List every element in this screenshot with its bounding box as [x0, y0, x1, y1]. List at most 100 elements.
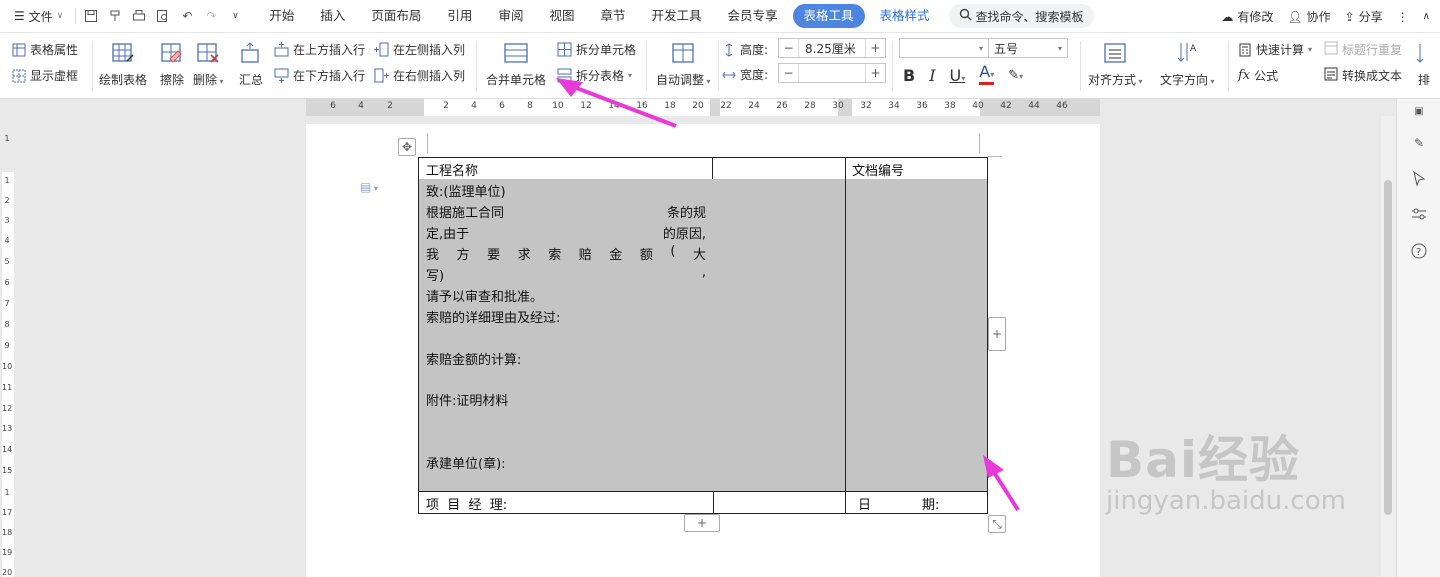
add-row-icon[interactable]: +: [684, 514, 720, 532]
row-height-value[interactable]: 8.25厘米: [799, 40, 865, 57]
customize-icon[interactable]: ∨: [224, 5, 246, 27]
font-size-select[interactable]: 五号 ▾: [988, 38, 1068, 58]
tab-section[interactable]: 章节: [589, 4, 636, 28]
split-cells-button[interactable]: 拆分单元格: [557, 41, 636, 58]
tab-view[interactable]: 视图: [538, 4, 585, 28]
merge-cells-button[interactable]: 合并单元格: [486, 39, 546, 88]
tab-developer[interactable]: 开发工具: [640, 4, 712, 28]
convert-to-text-button[interactable]: 转换成文本: [1324, 67, 1402, 84]
highlight-icon[interactable]: ✎▾: [1008, 68, 1023, 83]
print-preview-icon[interactable]: [152, 5, 174, 27]
vertical-ruler-tick: 1: [4, 134, 10, 143]
tab-table-tools[interactable]: 表格工具: [792, 4, 865, 28]
increase-icon[interactable]: +: [865, 39, 885, 57]
cell-claim-right[interactable]: [845, 179, 988, 492]
underline-icon[interactable]: U▾: [950, 66, 966, 85]
help-icon[interactable]: ?: [1409, 241, 1429, 261]
insert-col-left-button[interactable]: 在左侧插入列: [374, 41, 465, 58]
sidebar-toggle-icon[interactable]: ▣: [1409, 101, 1429, 121]
print-icon[interactable]: [128, 5, 150, 27]
undo-icon[interactable]: ↶: [176, 5, 198, 27]
paragraph-option-icon[interactable]: ▤ ▾: [360, 180, 378, 194]
tab-member[interactable]: 会员专享: [717, 4, 789, 28]
delete-dropdown[interactable]: 删除 ▾: [193, 39, 224, 88]
reason-line-start: 定,由于: [426, 227, 470, 242]
split-table-dropdown[interactable]: 拆分表格 ▾: [557, 67, 632, 84]
summary-button[interactable]: 汇总: [237, 39, 265, 88]
ruler-tick: 4: [471, 101, 477, 111]
insert-row-above-button[interactable]: 在上方插入行: [274, 41, 365, 58]
insert-row-below-icon: [274, 68, 289, 83]
more-icon[interactable]: ⋮: [1397, 10, 1409, 24]
caret-down-icon: ▾: [1057, 43, 1062, 53]
collapse-ribbon-icon[interactable]: ∧: [1423, 11, 1430, 22]
divider: [1080, 41, 1081, 91]
col-width-stepper[interactable]: − +: [778, 63, 886, 83]
share-label: 分享: [1358, 10, 1383, 24]
decrease-icon[interactable]: −: [779, 39, 799, 57]
caret-down-icon: ▾: [1136, 77, 1143, 86]
vertical-scrollbar[interactable]: [1381, 116, 1395, 577]
bold-icon[interactable]: B: [903, 66, 915, 85]
insert-col-right-button[interactable]: 在右侧插入列: [374, 67, 465, 84]
unsaved-status[interactable]: ☁ 有修改: [1221, 8, 1273, 25]
vertical-ruler-tick: 19: [2, 548, 13, 557]
repeat-header-button[interactable]: 标题行重复: [1324, 41, 1402, 58]
resize-table-icon[interactable]: ⤡: [988, 515, 1006, 533]
ruler-tick: 16: [636, 101, 648, 111]
cell-pm-value[interactable]: [713, 491, 846, 514]
table-properties-button[interactable]: 表格属性: [12, 41, 78, 58]
move-table-icon[interactable]: ✥: [398, 138, 416, 156]
tab-review[interactable]: 审阅: [487, 4, 534, 28]
summary-label: 汇总: [238, 73, 263, 87]
increase-icon[interactable]: +: [865, 64, 885, 82]
erase-button[interactable]: 擦除: [158, 39, 186, 88]
vertical-ruler-tick: 13: [2, 424, 13, 433]
insert-row-below-button[interactable]: 在下方插入行: [274, 67, 365, 84]
tab-page-layout[interactable]: 页面布局: [360, 4, 432, 28]
tab-references[interactable]: 引用: [436, 4, 483, 28]
decrease-icon[interactable]: −: [779, 64, 799, 82]
margin-mark: [427, 133, 428, 153]
horizontal-ruler[interactable]: 6 4 2 2 4 6 8 10 12 14 16 18 20 22 24 26 28 30 32 34 36 38 40 4…: [0, 99, 1380, 116]
watermark-url: jingyan.baidu.com: [1106, 486, 1346, 516]
quick-calc-dropdown[interactable]: 快速计算 ▾: [1238, 41, 1312, 58]
reason-line-end: 的原因,: [662, 227, 706, 242]
caret-down-icon: ▾: [704, 77, 711, 86]
command-search[interactable]: 查找命令、搜索模板: [948, 4, 1094, 28]
add-column-icon[interactable]: +: [988, 317, 1006, 351]
cell-claim-mid[interactable]: [713, 179, 846, 492]
share-button[interactable]: ⇪ 分享: [1345, 8, 1383, 25]
collaborate-button[interactable]: 👤︎ 协作: [1287, 8, 1330, 25]
formula-button[interactable]: fx 公式: [1238, 67, 1278, 84]
row-height-stepper[interactable]: − 8.25厘米 +: [778, 38, 886, 58]
edit-icon[interactable]: ✎: [1409, 133, 1429, 153]
divider: [75, 8, 77, 24]
tab-table-style[interactable]: 表格样式: [869, 4, 941, 28]
project-name-label: 工程名称: [426, 164, 479, 179]
auto-fit-dropdown[interactable]: 自动调整 ▾: [656, 39, 711, 88]
font-name-select[interactable]: ▾: [899, 38, 989, 58]
align-dropdown[interactable]: 对齐方式 ▾: [1088, 39, 1143, 88]
vertical-ruler-tick: 18: [2, 528, 13, 537]
italic-icon[interactable]: I: [929, 66, 935, 85]
format-painter-icon[interactable]: [104, 5, 126, 27]
vertical-ruler[interactable]: 1 1 2 3 4 5 6 7 8 9 10 11 12 13 14 15 1 17 18 19 20: [0, 116, 14, 577]
file-menu[interactable]: ☰ 文件 ∨: [0, 0, 71, 33]
tab-insert[interactable]: 插入: [309, 4, 356, 28]
save-icon[interactable]: [80, 5, 102, 27]
redo-icon[interactable]: ↷: [200, 5, 222, 27]
cell-project-value[interactable]: [713, 157, 846, 180]
erase-label: 擦除: [159, 73, 184, 87]
sort-button[interactable]: 排: [1410, 39, 1438, 88]
tab-home[interactable]: 开始: [258, 4, 305, 28]
text-direction-dropdown[interactable]: A 文字方向 ▾: [1160, 39, 1215, 88]
settings-sliders-icon[interactable]: [1409, 204, 1429, 224]
show-gridlines-button[interactable]: 显示虚框: [12, 67, 78, 84]
scrollbar-thumb[interactable]: [1384, 180, 1392, 515]
font-color-icon[interactable]: A▾: [979, 64, 995, 85]
formula-label: 公式: [1254, 69, 1279, 83]
draw-table-button[interactable]: 绘制表格: [99, 39, 147, 88]
pointer-icon[interactable]: [1409, 169, 1429, 189]
user-icon: 👤︎: [1287, 9, 1303, 24]
